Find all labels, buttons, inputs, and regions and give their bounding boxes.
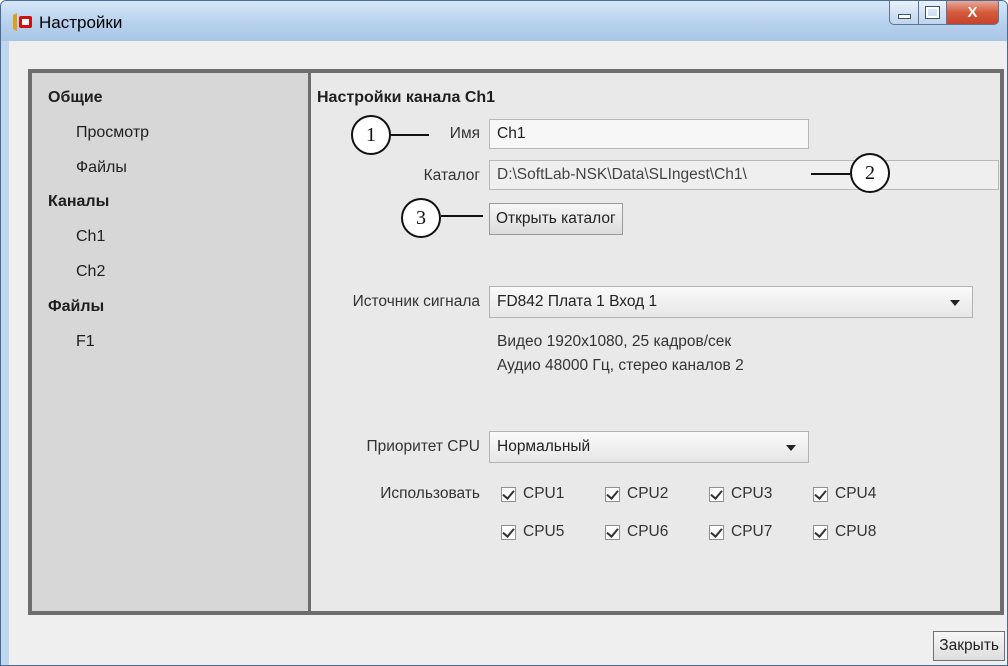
cpu8-label: CPU8 (835, 523, 877, 540)
dropdown-arrow-icon (786, 445, 796, 451)
source-label: Источник сигнала (352, 293, 480, 310)
video-info: Видео 1920x1080, 25 кадров/сек (497, 333, 732, 350)
maximize-button[interactable] (919, 1, 947, 25)
callout-3: 3 (401, 198, 441, 238)
catalog-label: Каталог (423, 167, 480, 184)
minimize-button[interactable] (889, 1, 919, 25)
checkbox-checked-icon (501, 524, 516, 540)
callout-2-leader (811, 173, 850, 175)
window-title: Настройки (39, 13, 123, 32)
name-label: Имя (449, 125, 480, 142)
cpu1-label: CPU1 (523, 485, 565, 502)
cpu2-checkbox[interactable]: CPU2 (605, 485, 668, 503)
checkbox-checked-icon (501, 486, 516, 502)
cpu-priority-label: Приоритет CPU (366, 438, 480, 455)
maximize-icon (925, 6, 940, 19)
bottom-bar: Закрыть (9, 625, 1007, 665)
nav-item-files[interactable]: Файлы (48, 298, 104, 316)
cpu2-label: CPU2 (627, 485, 669, 502)
settings-nav-panel: Общие Просмотр Файлы Каналы Ch1 Ch2 Файл… (28, 69, 311, 615)
callout-3-leader (441, 215, 483, 217)
catalog-field: D:\SoftLab-NSK\Data\SLIngest\Ch1\ (489, 160, 999, 190)
callout-2: 2 (850, 153, 890, 193)
app-icon (13, 13, 32, 31)
cpu3-checkbox[interactable]: CPU3 (709, 485, 772, 503)
client-area: Общие Просмотр Файлы Каналы Ch1 Ch2 Файл… (9, 41, 1007, 665)
cpu4-checkbox[interactable]: CPU4 (813, 485, 876, 503)
title-bar: Настройки X (1, 1, 1007, 41)
checkbox-checked-icon (709, 524, 724, 540)
use-label: Использовать (380, 485, 480, 502)
checkbox-checked-icon (605, 524, 620, 540)
cpu7-checkbox[interactable]: CPU7 (709, 523, 772, 541)
audio-info: Аудио 48000 Гц, стерео каналов 2 (497, 357, 744, 374)
channel-heading: Настройки канала Ch1 (317, 89, 496, 106)
open-catalog-button[interactable]: Открыть каталог (489, 203, 623, 235)
nav-item-files-general[interactable]: Файлы (76, 159, 127, 177)
source-value: FD842 Плата 1 Вход 1 (497, 293, 658, 310)
cpu4-label: CPU4 (835, 485, 877, 502)
checkbox-checked-icon (605, 486, 620, 502)
cpu6-label: CPU6 (627, 523, 669, 540)
caption-buttons: X (889, 1, 999, 25)
close-window-button[interactable]: X (947, 1, 999, 25)
cpu-priority-value: Нормальный (497, 438, 591, 455)
cpu8-checkbox[interactable]: CPU8 (813, 523, 876, 541)
nav-item-preview[interactable]: Просмотр (76, 124, 149, 142)
settings-window: Настройки X Общие Просмотр Файлы Каналы … (0, 0, 1008, 666)
minimize-icon (897, 14, 911, 19)
nav-item-channels[interactable]: Каналы (48, 193, 109, 211)
cpu6-checkbox[interactable]: CPU6 (605, 523, 668, 541)
cpu7-label: CPU7 (731, 523, 773, 540)
cpu-priority-select[interactable]: Нормальный (489, 431, 809, 463)
cpu5-label: CPU5 (523, 523, 565, 540)
cpu3-label: CPU3 (731, 485, 773, 502)
cpu5-checkbox[interactable]: CPU5 (501, 523, 564, 541)
dropdown-arrow-icon (950, 300, 960, 306)
close-icon: X (967, 4, 978, 21)
checkbox-checked-icon (709, 486, 724, 502)
checkbox-checked-icon (813, 486, 828, 502)
nav-item-ch2[interactable]: Ch2 (76, 263, 105, 281)
nav-item-general[interactable]: Общие (48, 89, 103, 107)
nav-item-ch1[interactable]: Ch1 (76, 228, 105, 246)
name-input[interactable]: Ch1 (489, 119, 809, 149)
source-select[interactable]: FD842 Плата 1 Вход 1 (489, 286, 973, 318)
checkbox-checked-icon (813, 524, 828, 540)
callout-1-leader (391, 134, 429, 136)
channel-settings-panel: Настройки канала Ch1 Имя Ch1 Каталог D:\… (308, 69, 1004, 615)
cpu1-checkbox[interactable]: CPU1 (501, 485, 564, 503)
close-button[interactable]: Закрыть (933, 631, 1005, 661)
callout-1: 1 (351, 115, 391, 155)
nav-item-f1[interactable]: F1 (76, 333, 95, 351)
